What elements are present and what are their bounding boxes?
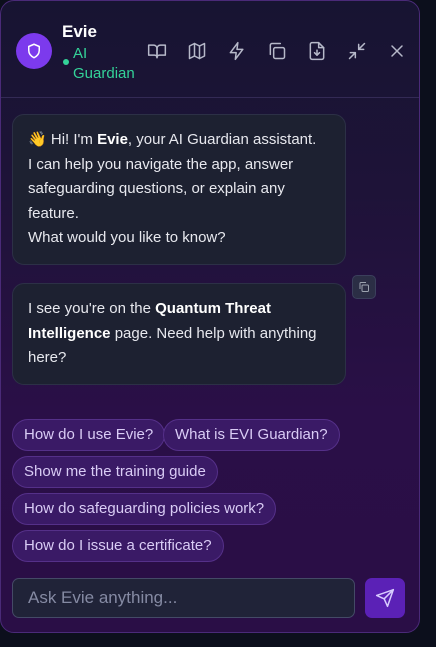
message-input[interactable] <box>12 578 355 618</box>
message-line: What would you like to know? <box>28 229 226 246</box>
suggestion-chip[interactable]: What is EVI Guardian? <box>163 419 340 451</box>
chat-header: Evie AI Guardian <box>1 1 419 98</box>
wave-emoji: 👋 <box>28 131 47 148</box>
minimize-icon[interactable] <box>345 39 369 63</box>
message-line: I can help you navigate the app, answer … <box>28 155 294 222</box>
assistant-message: I see you're on the Quantum Threat Intel… <box>12 283 346 385</box>
copy-icon <box>359 282 369 292</box>
book-open-icon[interactable] <box>145 39 169 63</box>
suggestion-chip[interactable]: How do I use Evie? <box>12 419 166 451</box>
zap-icon[interactable] <box>225 39 249 63</box>
assistant-name: Evie <box>62 22 97 41</box>
assistant-status: AI Guardian <box>73 45 135 82</box>
suggestion-chip[interactable]: How do safeguarding policies work? <box>12 493 277 525</box>
copy-icon[interactable] <box>265 39 289 63</box>
copy-message-button[interactable] <box>352 275 376 299</box>
send-button[interactable] <box>365 578 405 618</box>
suggestion-chip[interactable]: Show me the training guide <box>12 456 218 488</box>
assistant-message: 👋 Hi! I'm Evie, your AI Guardian assista… <box>12 114 346 265</box>
online-status-dot <box>63 59 69 65</box>
close-icon[interactable] <box>385 39 409 63</box>
message-line: 👋 Hi! I'm Evie, your AI Guardian assista… <box>28 131 317 148</box>
suggestion-chip[interactable]: How do I issue a certificate? <box>12 530 224 562</box>
send-icon <box>375 588 395 608</box>
chat-panel: Evie AI Guardian 👋 Hi! I'm Evie, your AI… <box>0 0 420 633</box>
file-download-icon[interactable] <box>305 39 329 63</box>
shield-icon <box>28 43 40 59</box>
avatar <box>16 33 52 69</box>
map-icon[interactable] <box>185 39 209 63</box>
